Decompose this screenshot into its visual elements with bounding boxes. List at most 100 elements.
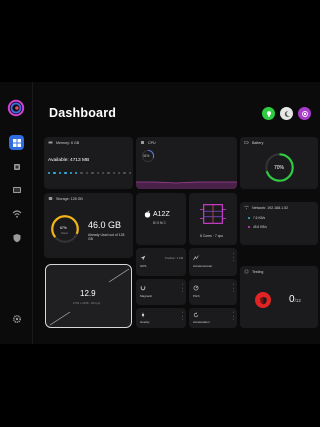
testing-score: 0/12 <box>289 294 301 305</box>
wifi-icon <box>12 209 21 218</box>
dark-mode-button[interactable] <box>280 107 293 120</box>
storage-icon <box>48 197 53 200</box>
pitch-label: Pitch <box>193 294 200 298</box>
gravity-icon <box>141 312 145 318</box>
storage-detail: Already Used out of 128 GB <box>88 233 125 242</box>
motion-icon <box>193 255 199 260</box>
cores-label: 8 Cores · 7 cpu <box>200 234 224 238</box>
gps-icon <box>140 255 146 261</box>
record-icon <box>301 110 308 117</box>
storage-card[interactable]: Storage: 128 GB 67% Used 46.0 GB Already… <box>44 193 133 258</box>
memory-icon <box>48 141 53 144</box>
lightbulb-icon <box>266 110 271 117</box>
memory-dot <box>107 172 110 175</box>
magnetic-label: Magnetic <box>140 294 153 298</box>
memory-dot <box>53 172 56 175</box>
storage-title: Storage: 128 GB <box>56 196 83 201</box>
gravity-axes: ▪ ▪ ▪ <box>182 311 183 322</box>
cpu-title: CPU <box>148 140 156 145</box>
accelerometer-axes: ▪ ▪ ▪ <box>233 252 234 263</box>
memory-dot <box>112 172 116 175</box>
memory-dot <box>118 172 121 175</box>
memory-usage-dots <box>48 172 133 175</box>
settings-button[interactable] <box>9 311 24 326</box>
memory-title: Memory: 6 GB <box>56 140 80 145</box>
sidebar-item-security[interactable] <box>9 230 24 245</box>
memory-dot <box>74 172 78 175</box>
gear-icon <box>12 314 21 323</box>
record-button[interactable] <box>298 107 311 120</box>
memory-dot <box>58 172 62 175</box>
memory-dot <box>101 172 105 175</box>
chip-name: A12Z <box>153 211 170 218</box>
gravity-label: Gravity <box>140 320 150 324</box>
display-icon <box>12 186 21 193</box>
dashboard-grid-icon <box>12 138 21 147</box>
storage-ring-caption: Used <box>61 231 68 235</box>
storage-used: 46.0 GB <box>88 220 122 230</box>
memory-dot <box>85 172 89 175</box>
sidebar-item-cpu[interactable] <box>9 159 24 174</box>
network-upload: 7.6 KB/s <box>253 216 266 220</box>
sensor-card-pitch[interactable]: Pitch ▪ ▪ ▪ <box>189 279 237 305</box>
memory-dot <box>123 172 126 175</box>
testing-title: Testing <box>252 269 264 274</box>
testing-score-total: /12 <box>294 298 301 303</box>
sensor-card-magnetic[interactable]: Magnetic ▪ ▪ ▪ <box>136 279 186 305</box>
moon-icon <box>284 110 290 117</box>
cores-card[interactable]: 8 Cores · 7 cpu <box>189 193 237 245</box>
page-title: Dashboard <box>49 106 117 120</box>
cpu-card[interactable]: CPU 31% <box>136 137 237 189</box>
battery-icon <box>244 141 249 144</box>
memory-dot <box>80 172 83 175</box>
sensor-card-acceleration[interactable]: Acceleration ▪ ▪ ▪ <box>189 308 237 328</box>
upload-indicator <box>248 217 251 220</box>
network-download: 45.6 KB/s <box>253 225 267 229</box>
gps-value: Position: 1 KM <box>165 256 184 260</box>
testing-shield-badge <box>255 292 271 308</box>
sensor-card-gps[interactable]: GPS Position: 1 KM <box>136 248 186 276</box>
acceleration-axes: ▪ ▪ ▪ <box>233 311 234 322</box>
memory-dot <box>128 172 132 175</box>
device-screen: Dashboard Memory: 6 GB Available: 4713 M… <box>0 82 320 344</box>
apple-logo-icon <box>144 210 151 218</box>
memory-dot <box>69 172 72 175</box>
sidebar-item-display[interactable] <box>9 182 24 197</box>
battery-percent: 70% <box>274 165 285 171</box>
memory-dot <box>48 172 51 175</box>
shield-icon <box>259 296 267 304</box>
shield-icon <box>13 233 20 242</box>
display-value: 12.9 <box>80 289 96 298</box>
light-mode-button[interactable] <box>262 107 275 120</box>
magnet-icon <box>140 286 146 291</box>
testing-card[interactable]: Testing 0/12 <box>240 266 318 328</box>
battery-card[interactable]: Battery 70% <box>240 137 318 189</box>
display-subtitle: 2732 x 2048 · 264 ppi <box>73 301 101 305</box>
memory-dot <box>96 172 99 175</box>
download-indicator <box>248 226 251 229</box>
magnetic-axes: ▪ ▪ ▪ <box>182 283 183 294</box>
cpu-cores-icon <box>199 204 227 224</box>
cpu-percent: 31% <box>143 154 150 158</box>
chip-card[interactable]: A12Z BIONIC <box>136 193 186 245</box>
sidebar-item-dashboard[interactable] <box>9 135 24 150</box>
gps-label: GPS <box>140 264 147 268</box>
sidebar-item-network[interactable] <box>9 206 24 221</box>
memory-available: Available: 4713 MB <box>48 158 90 163</box>
wifi-icon <box>244 205 249 210</box>
app-logo-icon <box>7 99 25 117</box>
memory-dot <box>91 172 94 175</box>
accelerometer-label: Accelerometer <box>193 264 213 268</box>
cpu-icon <box>141 141 144 144</box>
acceleration-label: Acceleration <box>193 320 210 324</box>
sensor-card-accelerometer[interactable]: Accelerometer ▪ ▪ ▪ <box>189 248 237 276</box>
network-card[interactable]: Network: 192.168.1.52 7.6 KB/s 45.6 KB/s <box>240 202 318 245</box>
sidebar <box>0 82 33 344</box>
memory-card[interactable]: Memory: 6 GB Available: 4713 MB <box>44 137 133 189</box>
network-title: Network: 192.168.1.52 <box>252 205 289 210</box>
display-card[interactable]: 12.9 2732 x 2048 · 264 ppi <box>45 264 132 328</box>
memory-dot <box>64 172 67 175</box>
rotation-icon <box>193 312 199 318</box>
sensor-card-gravity[interactable]: Gravity ▪ ▪ ▪ <box>136 308 186 328</box>
pitch-axes: ▪ ▪ ▪ <box>233 283 234 294</box>
